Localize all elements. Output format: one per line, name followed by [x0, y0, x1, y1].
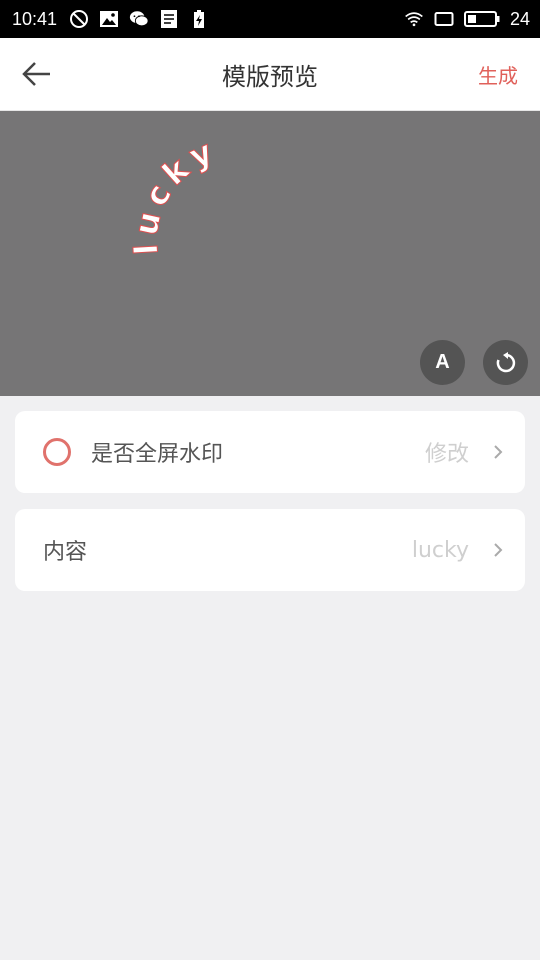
status-notification-icons	[69, 9, 209, 29]
screen-icon	[434, 9, 454, 29]
wechat-icon	[129, 9, 149, 29]
wifi-icon	[404, 9, 424, 29]
watermark-text: lucky	[126, 130, 218, 257]
font-icon: A	[435, 351, 450, 373]
status-system-icons: 24	[404, 0, 530, 38]
do-not-disturb-icon	[69, 9, 89, 29]
status-bar: 10:41 24	[0, 0, 540, 38]
fullscreen-label: 是否全屏水印	[91, 442, 224, 467]
content-value: lucky	[411, 537, 469, 563]
generate-button[interactable]: 生成	[478, 38, 518, 110]
rotate-icon	[496, 351, 515, 372]
font-button[interactable]: A	[420, 340, 465, 385]
battery-saver-icon	[189, 9, 209, 29]
template-preview: lucky A	[0, 111, 540, 396]
status-time: 10:41	[12, 8, 58, 29]
watermark-preview[interactable]: lucky	[120, 126, 280, 286]
document-icon	[159, 9, 179, 29]
chevron-right-icon	[494, 543, 503, 557]
page-title: 模版预览	[222, 62, 318, 91]
rotate-button[interactable]	[483, 340, 528, 385]
fullscreen-watermark-row[interactable]: 是否全屏水印 修改	[15, 411, 525, 493]
fullscreen-modify-link[interactable]: 修改	[425, 436, 469, 468]
fullscreen-radio[interactable]	[43, 438, 71, 466]
chevron-right-icon	[494, 445, 503, 459]
content-label: 内容	[43, 540, 88, 565]
image-icon	[99, 9, 119, 29]
battery-percent: 24	[509, 8, 530, 29]
battery-icon	[463, 9, 500, 29]
content-row[interactable]: 内容 lucky	[15, 509, 525, 591]
nav-bar: 模版预览 生成	[0, 38, 540, 111]
svg-text:lucky: lucky	[127, 130, 224, 256]
